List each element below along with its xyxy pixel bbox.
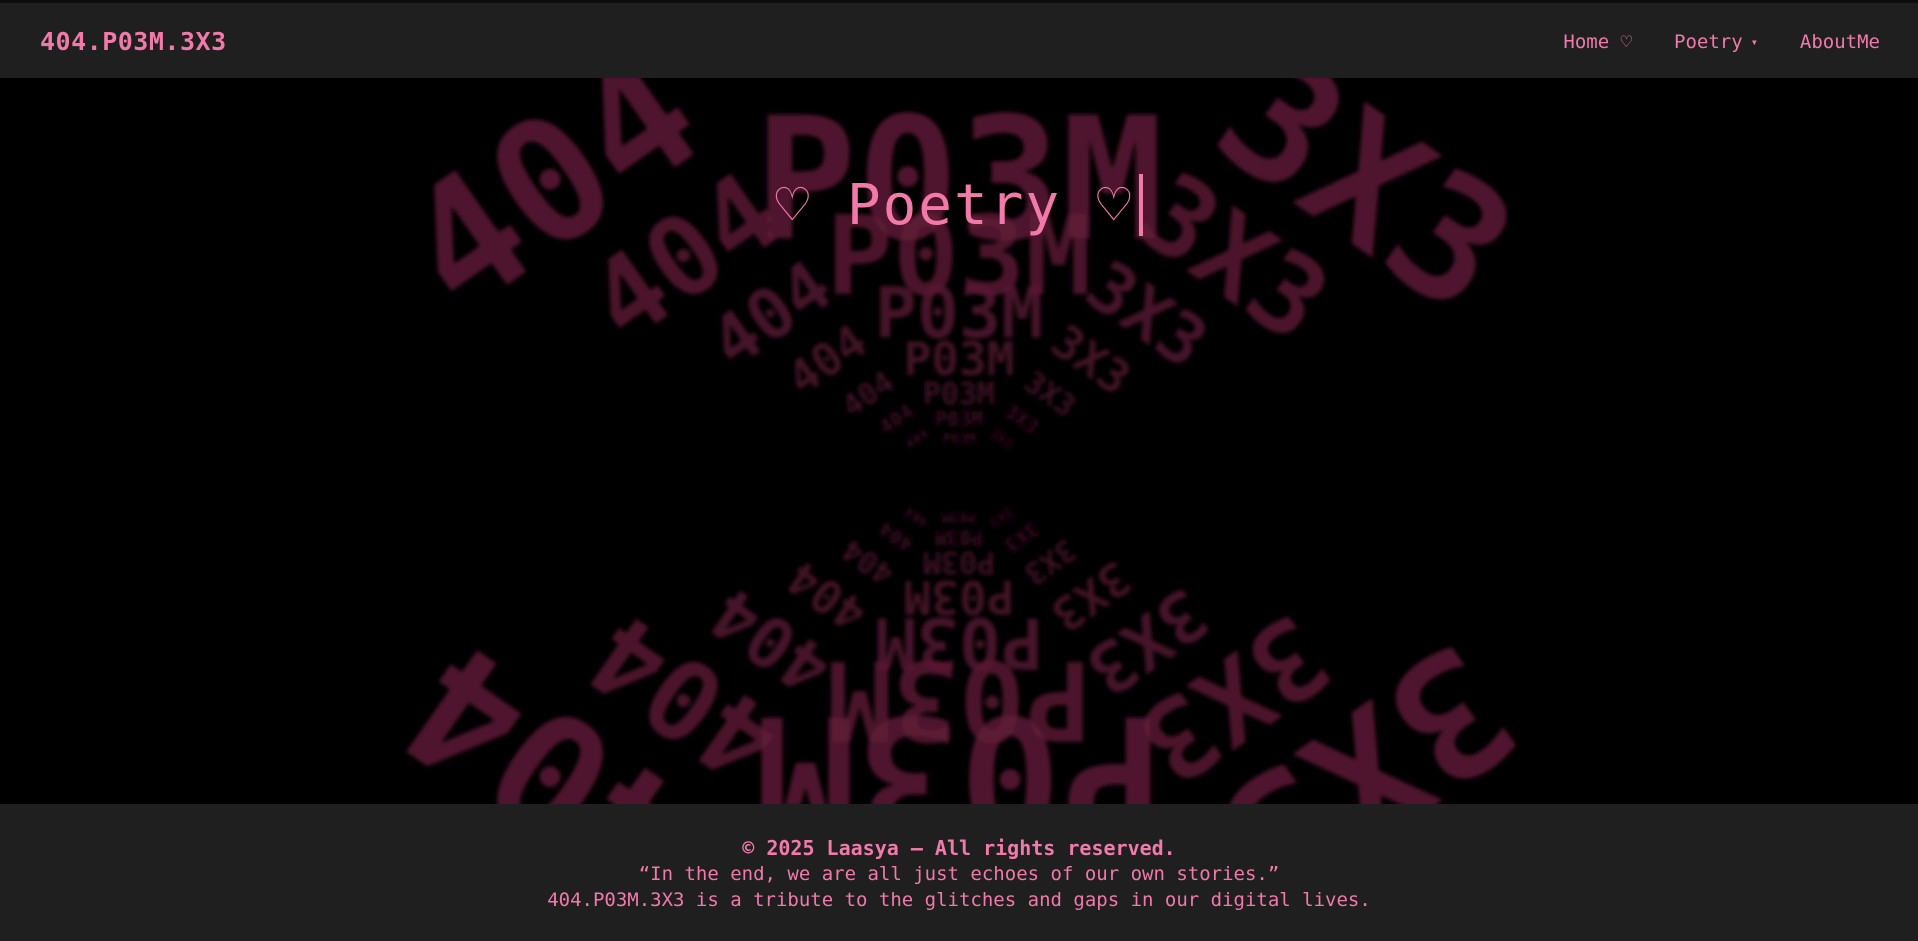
tunnel-word: P03M [754, 677, 1163, 804]
hero-section: 404 P03M 3X3 404 P03M 3X3 404 P03M 3X3 404 P03M 3X3… [0, 78, 1918, 804]
tunnel-word: 3X3 [986, 503, 1016, 531]
tunnel-word: P03M [942, 432, 976, 448]
nav-poetry-dropdown[interactable]: Poetry ▾ [1674, 31, 1758, 53]
dropdown-caret-icon: ▾ [1750, 35, 1758, 49]
footer-copyright: © 2025 Laasya — All rights reserved. [742, 836, 1176, 860]
tunnel-word: P03M [942, 509, 976, 525]
nav-home[interactable]: Home ♡ [1563, 31, 1632, 53]
page-title-text: ♡ Poetry ♡ [775, 173, 1133, 238]
tunnel-word: 404 [902, 503, 932, 531]
tunnel-word: 3X3 [986, 426, 1016, 454]
page-title: ♡ Poetry ♡ [0, 173, 1918, 238]
nav-aboutme-label: AboutMe [1799, 31, 1880, 53]
main-nav: Home ♡ Poetry ▾ AboutMe [1563, 31, 1880, 53]
tunnel-word: 404 [902, 426, 932, 454]
site-logo[interactable]: 404.P03M.3X3 [40, 27, 227, 56]
site-header: 404.P03M.3X3 Home ♡ Poetry ▾ AboutMe [0, 3, 1918, 78]
typing-cursor [1138, 173, 1143, 236]
nav-home-label: Home ♡ [1563, 31, 1633, 53]
site-footer: © 2025 Laasya — All rights reserved. “In… [0, 804, 1918, 941]
nav-poetry-label: Poetry [1674, 31, 1743, 53]
footer-tribute: 404.P03M.3X3 is a tribute to the glitche… [547, 889, 1371, 911]
nav-aboutme[interactable]: AboutMe [1800, 31, 1880, 53]
footer-quote: “In the end, we are all just echoes of o… [638, 863, 1280, 885]
